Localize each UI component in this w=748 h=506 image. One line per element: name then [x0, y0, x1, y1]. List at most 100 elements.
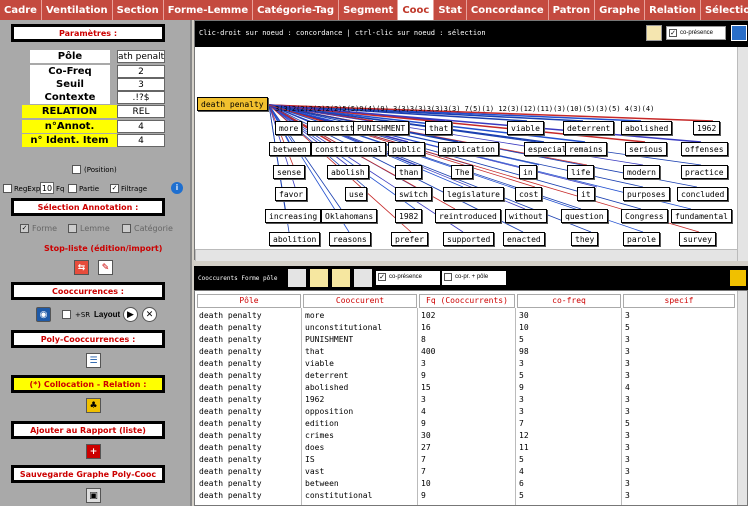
tab-cadre[interactable]: Cadre: [0, 0, 42, 20]
param-value-3[interactable]: .!?$: [117, 91, 165, 104]
graph-node[interactable]: constitutional: [311, 142, 387, 156]
tab-segment[interactable]: Segment: [339, 0, 399, 20]
graph-node[interactable]: abolish: [327, 165, 369, 179]
save-graph-icon[interactable]: ▣: [86, 488, 101, 503]
graph-node[interactable]: question: [561, 209, 608, 223]
column-header[interactable]: Fq (Cooccurrents): [419, 294, 515, 308]
cooc-run-icon[interactable]: ◉: [36, 307, 51, 322]
graph-node[interactable]: purposes: [623, 187, 670, 201]
graph-node[interactable]: practice: [681, 165, 728, 179]
graph-node[interactable]: reasons: [329, 232, 371, 246]
tab-graphe[interactable]: Graphe: [595, 0, 646, 20]
stoplist-edit-icon[interactable]: ⇆: [74, 260, 89, 275]
graph-node[interactable]: parole: [623, 232, 660, 246]
graph-node[interactable]: 1962: [693, 121, 721, 135]
copy-icon[interactable]: [310, 269, 328, 287]
graph-node[interactable]: 1982: [395, 209, 423, 223]
graph-node[interactable]: survey: [679, 232, 716, 246]
tab-relation[interactable]: Relation: [645, 0, 701, 20]
graph-node[interactable]: without: [505, 209, 547, 223]
graph-node[interactable]: Oklahomans: [321, 209, 378, 223]
graph-node[interactable]: switch: [395, 187, 432, 201]
info-icon[interactable]: i: [171, 182, 183, 194]
param-value-6[interactable]: 4: [117, 134, 165, 147]
graph-node[interactable]: prefer: [391, 232, 428, 246]
tab-ventilation[interactable]: Ventilation: [41, 0, 113, 20]
poly-icon[interactable]: ☰: [86, 353, 101, 368]
graph-node[interactable]: legislature: [443, 187, 504, 201]
chart-icon[interactable]: [288, 269, 306, 287]
graph-node[interactable]: remains: [565, 142, 607, 156]
graph-node[interactable]: viable: [507, 121, 544, 135]
graph-node[interactable]: than: [395, 165, 423, 179]
graph-node[interactable]: fundamental: [671, 209, 732, 223]
colloc-icon[interactable]: ♣: [86, 398, 101, 413]
graph-node[interactable]: offenses: [681, 142, 728, 156]
graph-node[interactable]: it: [577, 187, 595, 201]
graph-panel[interactable]: Clic-droit sur noeud : concordance | ctr…: [194, 20, 748, 261]
graph-node[interactable]: modern: [623, 165, 660, 179]
export-table-icon[interactable]: [730, 270, 746, 286]
copresence-checkbox[interactable]: ✓: [378, 273, 386, 281]
stoplist-import-icon[interactable]: ✎: [98, 260, 113, 275]
tab-cooc[interactable]: Cooc: [398, 0, 435, 20]
filtrage-checkbox[interactable]: ✓: [110, 184, 119, 193]
layout-stop-icon[interactable]: ✕: [142, 307, 157, 322]
tab-concordance[interactable]: Concordance: [466, 0, 549, 20]
tab-sélection[interactable]: Sélection: [700, 0, 748, 20]
graph-node[interactable]: abolished: [621, 121, 673, 135]
categorie-checkbox[interactable]: [122, 224, 131, 233]
regexp-checkbox[interactable]: [3, 184, 12, 193]
graph-node[interactable]: The: [451, 165, 474, 179]
graph-node[interactable]: sense: [273, 165, 306, 179]
tab-stat[interactable]: Stat: [434, 0, 467, 20]
graph-node[interactable]: they: [571, 232, 599, 246]
tab-catégorie-tag[interactable]: Catégorie-Tag: [253, 0, 340, 20]
lemme-checkbox[interactable]: [68, 224, 77, 233]
graph-node[interactable]: concluded: [677, 187, 729, 201]
graph-node[interactable]: that: [425, 121, 453, 135]
column-header[interactable]: specif: [623, 294, 735, 308]
partie-checkbox[interactable]: [68, 184, 77, 193]
graph-node[interactable]: reintroduced: [435, 209, 501, 223]
graph-node[interactable]: increasing: [265, 209, 322, 223]
position-checkbox[interactable]: [72, 165, 81, 174]
graph-node[interactable]: cost: [515, 187, 543, 201]
graph-node[interactable]: between: [269, 142, 311, 156]
graph-vscrollbar[interactable]: [737, 47, 748, 261]
param-value-5[interactable]: 4: [117, 120, 165, 133]
sr-checkbox[interactable]: [62, 310, 71, 319]
rapport-add-icon[interactable]: +: [86, 444, 101, 459]
graph-node[interactable]: application: [438, 142, 499, 156]
tab-section[interactable]: Section: [112, 0, 164, 20]
copr-pole-checkbox[interactable]: [444, 273, 452, 281]
graph-node[interactable]: use: [345, 187, 368, 201]
pole-node[interactable]: death penalty: [197, 97, 268, 111]
column-header[interactable]: Cooccurent: [303, 294, 417, 308]
column-header[interactable]: co-freq: [517, 294, 621, 308]
tab-forme-lemme[interactable]: Forme-Lemme: [163, 0, 254, 20]
graph-node[interactable]: in: [519, 165, 537, 179]
regexp-number[interactable]: 10: [40, 182, 54, 194]
copresence-toggle[interactable]: ✓ co-présence: [376, 271, 440, 285]
copr-pole-toggle[interactable]: co-pr. + pôle: [442, 271, 506, 285]
column-header[interactable]: Pôle: [197, 294, 301, 308]
graph-node[interactable]: serious: [625, 142, 667, 156]
graph-node[interactable]: life: [567, 165, 595, 179]
graph-hscrollbar[interactable]: [195, 249, 737, 261]
graph-node[interactable]: more: [275, 121, 303, 135]
param-value-1[interactable]: 2: [117, 65, 165, 78]
tab-patron[interactable]: Patron: [548, 0, 596, 20]
table-icon[interactable]: [354, 269, 372, 287]
graph-node[interactable]: enacted: [503, 232, 545, 246]
forme-checkbox[interactable]: ✓: [20, 224, 29, 233]
graph-node[interactable]: supported: [443, 232, 495, 246]
table-vscrollbar[interactable]: [737, 291, 747, 505]
graph-node[interactable]: deterrent: [563, 121, 615, 135]
param-value-4[interactable]: REL: [117, 105, 165, 118]
graph-node[interactable]: public: [388, 142, 425, 156]
graph-node[interactable]: Congress: [621, 209, 668, 223]
layout-play-icon[interactable]: ▶: [123, 307, 138, 322]
graph-node[interactable]: favor: [275, 187, 308, 201]
param-value-0[interactable]: eath penalty: [117, 50, 165, 63]
